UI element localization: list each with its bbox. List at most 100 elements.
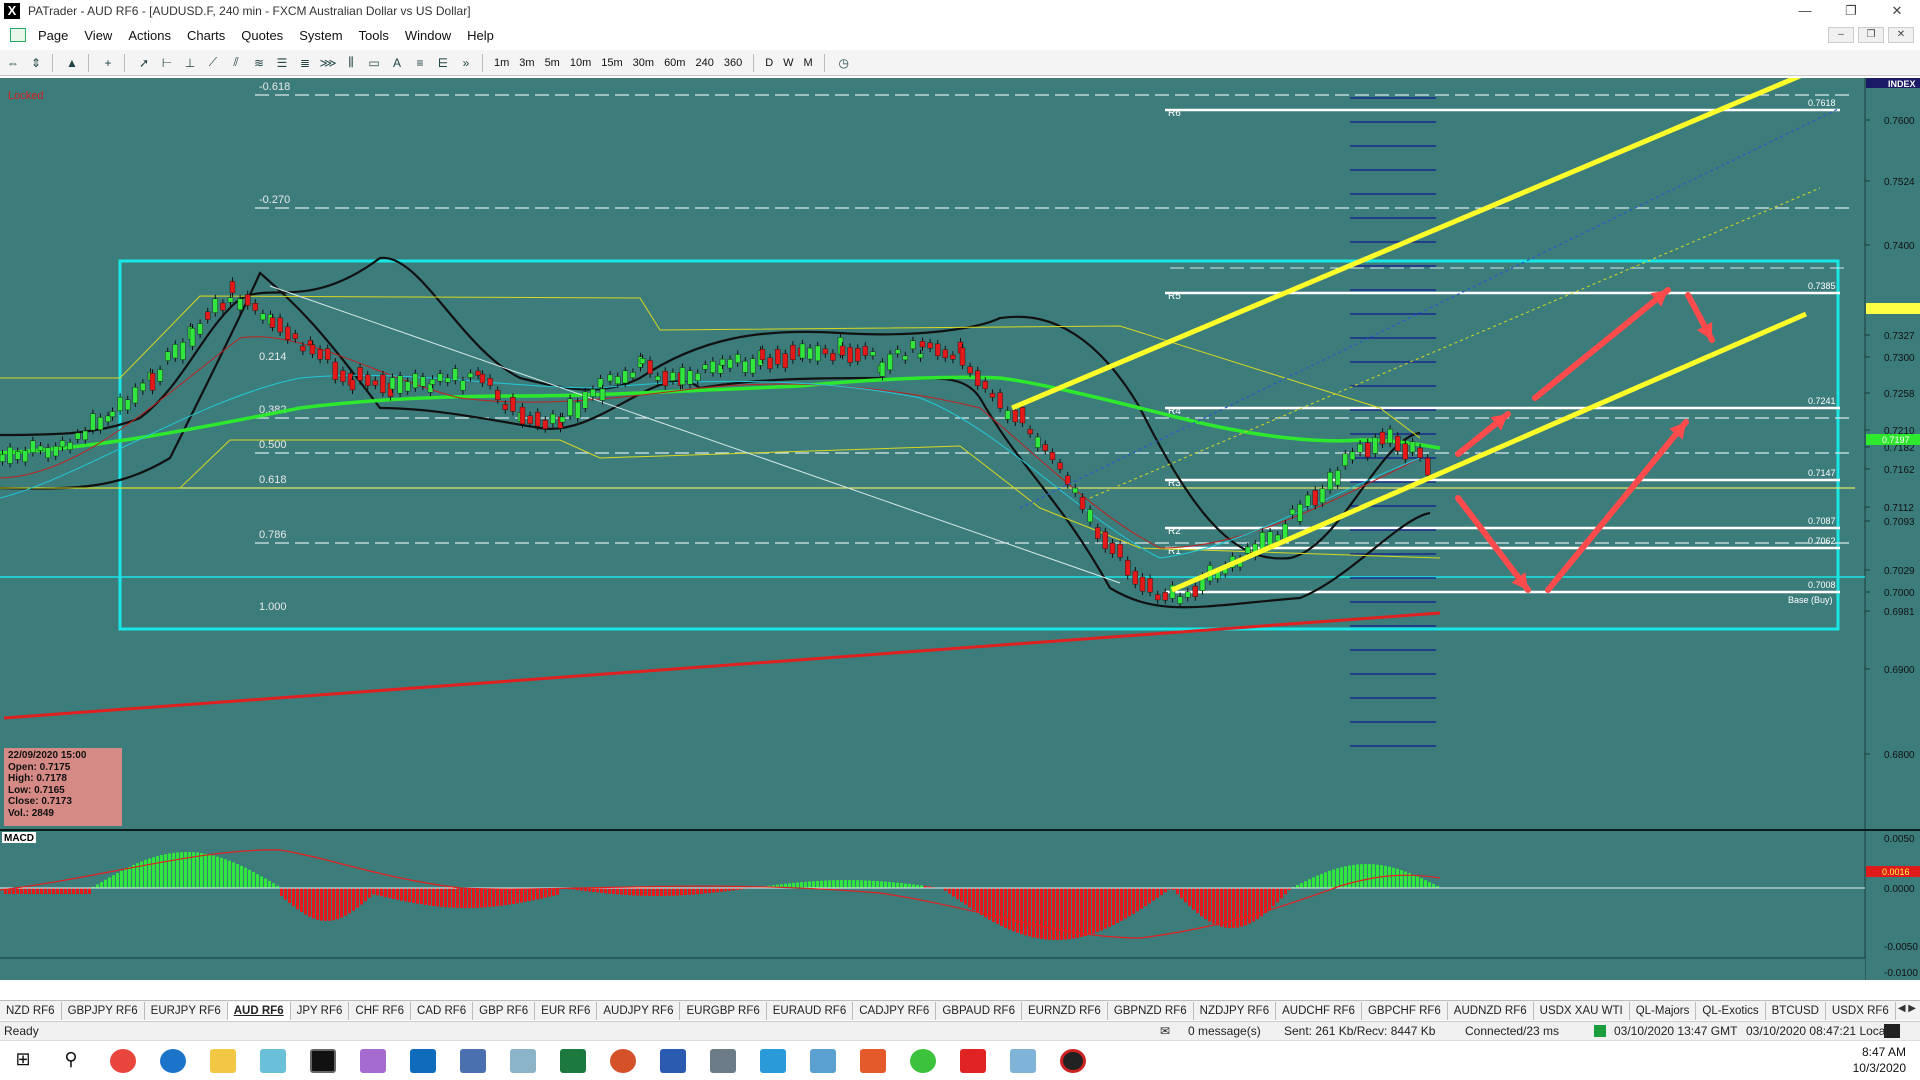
app-dark-icon[interactable] <box>1060 1049 1086 1073</box>
tab-nzd-rf6[interactable]: NZD RF6 <box>0 1001 62 1020</box>
windows-start-icon[interactable]: ⊞ <box>10 1049 36 1073</box>
menu-window[interactable]: Window <box>405 28 451 43</box>
timeframe-15m[interactable]: 15m <box>601 57 622 69</box>
horizontal-line-tool-icon[interactable]: ⊢ <box>157 53 177 73</box>
mdi-restore-button[interactable]: ❐ <box>1858 27 1884 43</box>
tab-gbp-rf6[interactable]: GBP RF6 <box>473 1001 536 1020</box>
menu-system[interactable]: System <box>299 28 342 43</box>
word-icon[interactable] <box>660 1049 686 1073</box>
menu-help[interactable]: Help <box>467 28 494 43</box>
excel-icon[interactable] <box>560 1049 586 1073</box>
menu-quotes[interactable]: Quotes <box>241 28 283 43</box>
tab-audnzd-rf6[interactable]: AUDNZD RF6 <box>1448 1001 1534 1020</box>
sticky-tool-icon[interactable] <box>260 1049 286 1073</box>
timeframe-30m[interactable]: 30m <box>633 57 654 69</box>
cycle-lines-icon[interactable]: ⫼ <box>341 53 361 73</box>
app-purple-icon[interactable] <box>360 1049 386 1073</box>
timeframe-3m[interactable]: 3m <box>519 57 534 69</box>
patrader-taskbar-icon[interactable] <box>310 1049 336 1073</box>
tab-eurjpy-rf6[interactable]: EURJPY RF6 <box>145 1001 228 1020</box>
tab-audchf-rf6[interactable]: AUDCHF RF6 <box>1276 1001 1362 1020</box>
tab-cad-rf6[interactable]: CAD RF6 <box>411 1001 474 1020</box>
edge-icon[interactable] <box>160 1049 186 1073</box>
timeframe-10m[interactable]: 10m <box>570 57 591 69</box>
fibonacci-retracement-icon[interactable]: ☰ <box>272 53 292 73</box>
tab-gbpaud-rf6[interactable]: GBPAUD RF6 <box>936 1001 1022 1020</box>
trendline-tool-icon[interactable]: ⟋ <box>203 53 223 73</box>
outlook-icon[interactable] <box>410 1049 436 1073</box>
fibonacci-fan-icon[interactable]: ≋ <box>249 53 269 73</box>
timeframe-240[interactable]: 240 <box>695 57 713 69</box>
tab-scroll-arrows[interactable]: ◀ ▶ <box>1898 1003 1916 1014</box>
channel-tool-icon[interactable]: ⫽ <box>226 53 246 73</box>
tab-eur-rf6[interactable]: EUR RF6 <box>535 1001 598 1020</box>
app-orange-icon[interactable] <box>860 1049 886 1073</box>
vertical-line-tool-icon[interactable]: ⊥ <box>180 53 200 73</box>
tab-audjpy-rf6[interactable]: AUDJPY RF6 <box>597 1001 681 1020</box>
menu-charts[interactable]: Charts <box>187 28 225 43</box>
tab-btcusd[interactable]: BTCUSD <box>1766 1001 1826 1020</box>
app-gray-icon[interactable] <box>710 1049 736 1073</box>
menu-page[interactable]: Page <box>38 28 68 43</box>
file-explorer-icon[interactable] <box>210 1049 236 1073</box>
tab-aud-rf6[interactable]: AUD RF6 <box>227 1001 291 1020</box>
mdi-close-button[interactable]: ✕ <box>1888 27 1914 43</box>
tab-jpy-rf6[interactable]: JPY RF6 <box>291 1001 350 1020</box>
menu-actions[interactable]: Actions <box>128 28 171 43</box>
tab-usdx-xau-wti[interactable]: USDX XAU WTI <box>1534 1001 1630 1020</box>
tab-cadjpy-rf6[interactable]: CADJPY RF6 <box>853 1001 937 1020</box>
buy-sell-tool-icon[interactable]: ⇕ <box>26 53 46 73</box>
search-icon[interactable]: ⚲ <box>58 1049 84 1073</box>
mdi-minimize-button[interactable]: – <box>1828 27 1854 43</box>
chrome-icon[interactable] <box>110 1049 136 1073</box>
price-chart-canvas[interactable]: Locked INDEX MACD -0.618-0.2700.2140.382… <box>0 78 1920 980</box>
app-s-icon[interactable] <box>760 1049 786 1073</box>
fibonacci-extension-icon[interactable]: ≣ <box>295 53 315 73</box>
gann-fan-icon[interactable]: ⋙ <box>318 53 338 73</box>
calculator-icon[interactable] <box>460 1049 486 1073</box>
rectangle-tool-icon[interactable]: ▭ <box>364 53 384 73</box>
close-button[interactable]: ✕ <box>1874 0 1920 22</box>
tab-ql-majors[interactable]: QL-Majors <box>1630 1001 1697 1020</box>
timeframe-1m[interactable]: 1m <box>494 57 509 69</box>
chart-area[interactable]: Locked INDEX MACD -0.618 -0.270 0.214 0.382… <box>0 78 1920 980</box>
tab-chf-rf6[interactable]: CHF RF6 <box>349 1001 411 1020</box>
tab-euraud-rf6[interactable]: EURAUD RF6 <box>767 1001 854 1020</box>
chart-type-icon[interactable]: ▲ <box>62 53 82 73</box>
tab-ql-exotics[interactable]: QL-Exotics <box>1696 1001 1766 1020</box>
restore-button[interactable]: ❐ <box>1828 0 1874 22</box>
timeframe-5m[interactable]: 5m <box>545 57 560 69</box>
timeframe-daily[interactable]: D <box>765 57 773 69</box>
drag-tool-icon[interactable]: ⇔ <box>3 53 23 73</box>
app-lightblue-icon[interactable] <box>1010 1049 1036 1073</box>
menu-view[interactable]: View <box>84 28 112 43</box>
menu-tools[interactable]: Tools <box>359 28 389 43</box>
app-red-icon[interactable] <box>960 1049 986 1073</box>
levels-tool-icon[interactable]: ⋿ <box>433 53 453 73</box>
crosshair-icon[interactable]: + <box>98 53 118 73</box>
app-green-icon[interactable] <box>910 1049 936 1073</box>
tab-eurgbp-rf6[interactable]: EURGBP RF6 <box>680 1001 767 1020</box>
system-clock[interactable]: 8:47 AM 10/3/2020 <box>1853 1044 1906 1076</box>
tab-eurnzd-rf6[interactable]: EURNZD RF6 <box>1022 1001 1108 1020</box>
pivot-tool-icon[interactable]: ≡ <box>410 53 430 73</box>
tab-gbpnzd-rf6[interactable]: GBPNZD RF6 <box>1108 1001 1194 1020</box>
clock-icon[interactable]: ◷ <box>834 53 854 73</box>
timeframe-weekly[interactable]: W <box>783 57 793 69</box>
timeframe-60m[interactable]: 60m <box>664 57 685 69</box>
app-window-icon[interactable] <box>510 1049 536 1073</box>
app-blue-icon[interactable] <box>810 1049 836 1073</box>
mail-icon[interactable]: ✉ <box>1160 1024 1170 1038</box>
tab-nzdjpy-rf6[interactable]: NZDJPY RF6 <box>1194 1001 1277 1020</box>
minimize-button[interactable]: — <box>1782 0 1828 22</box>
chart-window-icon[interactable] <box>10 28 26 42</box>
tab-usdx-rf6[interactable]: USDX RF6 <box>1826 1001 1896 1020</box>
timeframe-monthly[interactable]: M <box>804 57 813 69</box>
toolbar-more-icon[interactable]: » <box>456 53 476 73</box>
powerpoint-icon[interactable] <box>610 1049 636 1073</box>
text-tool-icon[interactable]: A <box>387 53 407 73</box>
tab-gbpchf-rf6[interactable]: GBPCHF RF6 <box>1362 1001 1448 1020</box>
pointer-tool-icon[interactable]: ➚ <box>134 53 154 73</box>
timeframe-360[interactable]: 360 <box>724 57 742 69</box>
tab-gbpjpy-rf6[interactable]: GBPJPY RF6 <box>62 1001 145 1020</box>
